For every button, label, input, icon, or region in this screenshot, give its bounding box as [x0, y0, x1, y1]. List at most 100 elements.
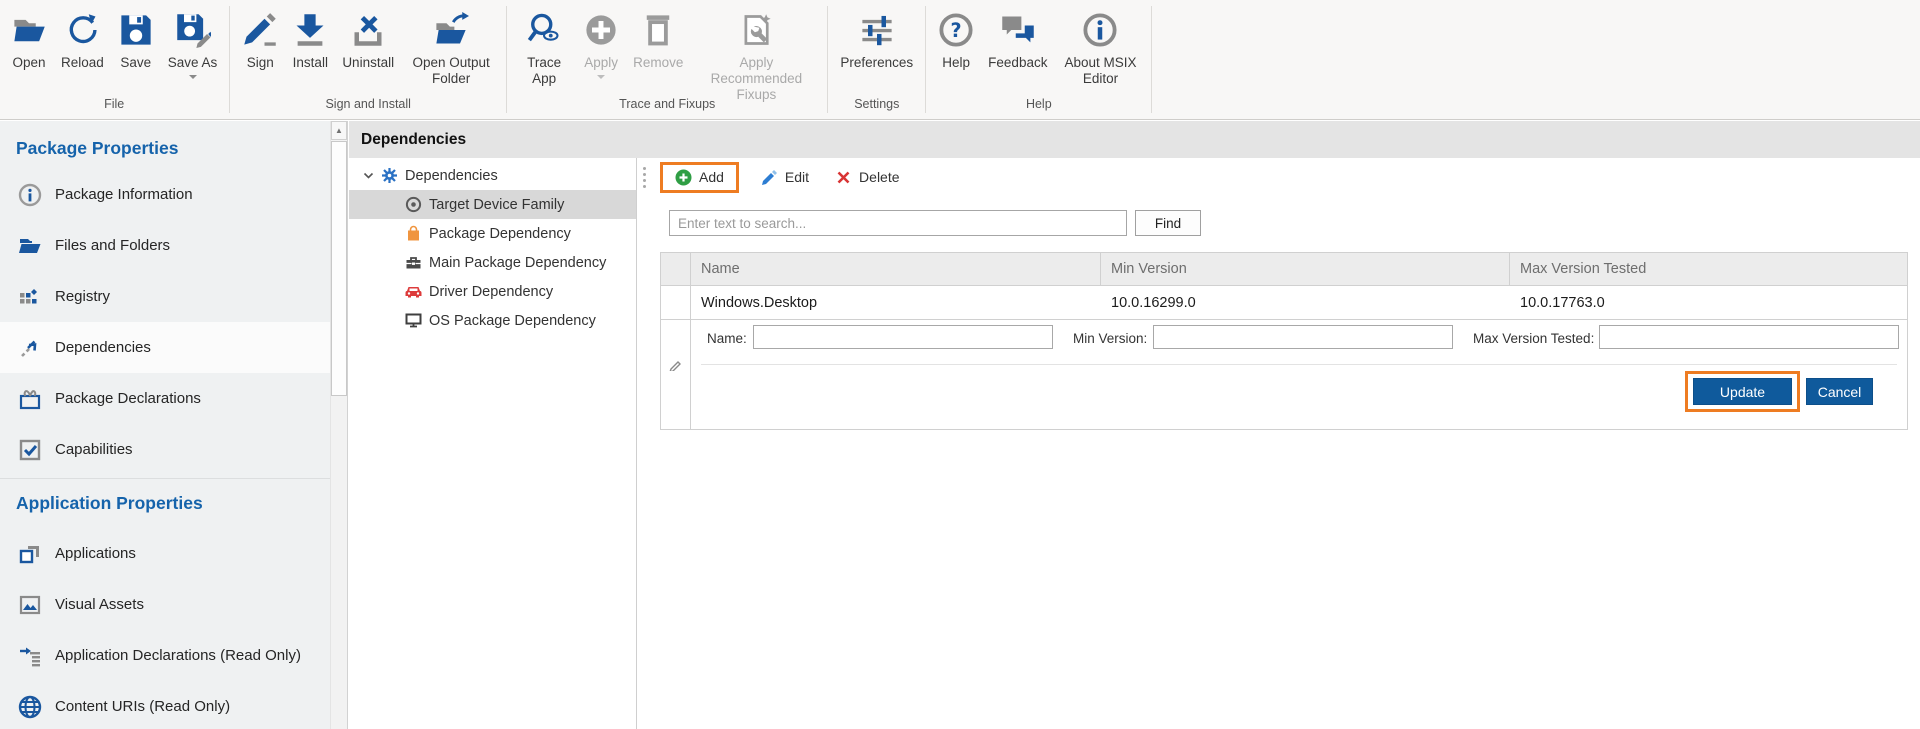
- open-folder-icon: [11, 7, 47, 53]
- sidebar-item-label: Content URIs (Read Only): [55, 698, 230, 715]
- apply-button[interactable]: Apply: [576, 5, 626, 79]
- ribbon-group-label: Settings: [829, 97, 924, 115]
- ribbon-group-trace-fixups: Trace App Apply Remove Apply Reco: [508, 0, 826, 119]
- ribbon-separator: [229, 6, 230, 113]
- table-gutter-header: [661, 253, 691, 285]
- install-button[interactable]: Install: [285, 5, 335, 71]
- scrollbar-thumb[interactable]: [331, 141, 347, 396]
- update-button[interactable]: Update: [1693, 378, 1792, 405]
- tree-node-os-package-dependency[interactable]: OS Package Dependency: [349, 306, 636, 335]
- sidebar-item-application-declarations[interactable]: Application Declarations (Read Only): [0, 630, 330, 681]
- button-label: Apply: [584, 55, 618, 71]
- bag-icon: [405, 225, 422, 242]
- sidebar-item-files-and-folders[interactable]: Files and Folders: [0, 220, 330, 271]
- remove-trash-icon: [640, 7, 676, 53]
- tree-node-label: OS Package Dependency: [429, 313, 596, 329]
- gear-icon: [381, 167, 398, 184]
- table-row[interactable]: Windows.Desktop 10.0.16299.0 10.0.17763.…: [660, 286, 1908, 320]
- button-label: Preferences: [840, 55, 913, 71]
- section-heading-application-properties: Application Properties: [0, 479, 330, 528]
- gift-icon: [18, 387, 42, 411]
- help-button[interactable]: ? Help: [931, 5, 981, 71]
- open-output-folder-icon: [433, 7, 469, 53]
- cancel-button[interactable]: Cancel: [1806, 378, 1873, 405]
- tree-node-target-device-family[interactable]: Target Device Family: [349, 190, 636, 219]
- row-gutter: [661, 286, 691, 319]
- ribbon: Open Reload Save Save As: [0, 0, 1920, 120]
- scrollbar-up-arrow[interactable]: ▲: [331, 121, 347, 140]
- search-input[interactable]: [669, 210, 1127, 236]
- sidebar-item-applications[interactable]: Applications: [0, 528, 330, 579]
- add-button[interactable]: Add: [667, 165, 732, 190]
- sidebar-item-label: Package Information: [55, 186, 193, 203]
- apply-plus-icon: [583, 7, 619, 53]
- sidebar-item-dependencies[interactable]: Dependencies: [0, 322, 330, 373]
- max-version-field[interactable]: [1599, 325, 1899, 349]
- apply-recommended-fixups-button[interactable]: Apply Recommended Fixups: [690, 5, 822, 104]
- sidebar-item-label: Applications: [55, 545, 136, 562]
- tree-node-dependencies[interactable]: Dependencies: [349, 161, 636, 190]
- column-header-name[interactable]: Name: [691, 253, 1101, 285]
- min-version-field[interactable]: [1153, 325, 1453, 349]
- delete-button[interactable]: Delete: [827, 165, 907, 190]
- sidebar-item-package-information[interactable]: Package Information: [0, 169, 330, 220]
- install-arrow-icon: [292, 7, 328, 53]
- find-button[interactable]: Find: [1135, 210, 1201, 236]
- tree-node-main-package-dependency[interactable]: Main Package Dependency: [349, 248, 636, 277]
- feedback-button[interactable]: Feedback: [981, 5, 1054, 71]
- dependencies-table: Name Min Version Max Version Tested Wind…: [660, 252, 1908, 430]
- name-field-label: Name:: [707, 331, 747, 346]
- help-icon: ?: [938, 7, 974, 53]
- open-button[interactable]: Open: [4, 5, 54, 71]
- remove-button[interactable]: Remove: [626, 5, 690, 71]
- info-icon: [18, 183, 42, 207]
- sidebar-item-capabilities[interactable]: Capabilities: [0, 424, 330, 475]
- tree-node-package-dependency[interactable]: Package Dependency: [349, 219, 636, 248]
- navigation-sidebar: Package Properties Package Information F…: [0, 121, 330, 729]
- cell-max-version: 10.0.17763.0: [1510, 286, 1907, 319]
- editing-pencil-icon: [669, 358, 682, 371]
- sidebar-scrollbar[interactable]: ▲: [330, 121, 348, 729]
- folder-icon: [18, 234, 42, 258]
- toolbar-grip-handle[interactable]: [643, 167, 646, 188]
- chevron-down-icon[interactable]: [362, 169, 375, 182]
- ribbon-group-sign-install: Sign Install Uninstall Open Output Folde…: [231, 0, 505, 119]
- open-output-folder-button[interactable]: Open Output Folder: [401, 5, 501, 87]
- ribbon-separator: [827, 6, 828, 113]
- column-header-min-version[interactable]: Min Version: [1101, 253, 1510, 285]
- sign-pencil-icon: [242, 7, 278, 53]
- preferences-button[interactable]: Preferences: [833, 5, 920, 71]
- checkbox-icon: [18, 438, 42, 462]
- save-as-button[interactable]: Save As: [161, 5, 225, 79]
- sign-button[interactable]: Sign: [235, 5, 285, 71]
- sidebar-item-package-declarations[interactable]: Package Declarations: [0, 373, 330, 424]
- ribbon-separator: [506, 6, 507, 113]
- sidebar-item-label: Visual Assets: [55, 596, 144, 613]
- dependencies-icon: [18, 336, 42, 360]
- ribbon-group-settings: Preferences Settings: [829, 0, 924, 119]
- save-as-icon: [175, 7, 211, 53]
- sidebar-item-registry[interactable]: Registry: [0, 271, 330, 322]
- update-highlight-box: Update: [1685, 371, 1800, 412]
- tree-node-driver-dependency[interactable]: Driver Dependency: [349, 277, 636, 306]
- save-button[interactable]: Save: [111, 5, 161, 71]
- edit-button[interactable]: Edit: [753, 165, 817, 190]
- ribbon-group-label: Sign and Install: [231, 97, 505, 115]
- svg-text:?: ?: [951, 19, 962, 42]
- sidebar-item-content-uris[interactable]: Content URIs (Read Only): [0, 681, 330, 729]
- button-label: Sign: [247, 55, 274, 71]
- uninstall-button[interactable]: Uninstall: [335, 5, 401, 71]
- add-highlight-box: Add: [660, 162, 739, 193]
- column-header-max-version-tested[interactable]: Max Version Tested: [1510, 253, 1907, 285]
- sidebar-item-visual-assets[interactable]: Visual Assets: [0, 579, 330, 630]
- toolbar-button-label: Add: [699, 169, 724, 185]
- dependency-detail-panel: Add Edit Delete Find Name Min Ver: [638, 158, 1920, 729]
- toolbar-button-label: Delete: [859, 169, 899, 185]
- reload-button[interactable]: Reload: [54, 5, 111, 71]
- trace-app-button[interactable]: Trace App: [512, 5, 576, 87]
- name-field[interactable]: [753, 325, 1053, 349]
- editor-body: Name: Min Version: Max Version Tested: U…: [691, 320, 1907, 429]
- about-msix-editor-button[interactable]: About MSIX Editor: [1054, 5, 1146, 87]
- sidebar-item-label: Package Declarations: [55, 390, 201, 407]
- inline-row-editor: Name: Min Version: Max Version Tested: U…: [660, 320, 1908, 430]
